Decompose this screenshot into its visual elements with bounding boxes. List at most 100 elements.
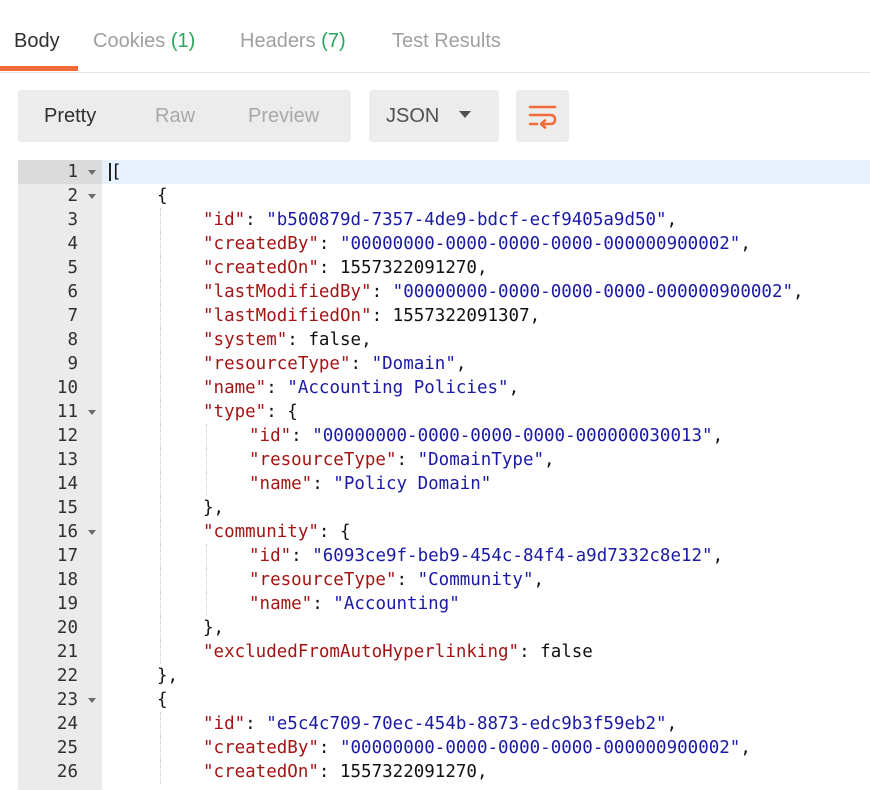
line-number: 8 <box>67 330 78 350</box>
indent-guide <box>160 544 161 568</box>
indent-guide <box>160 472 161 496</box>
format-dropdown[interactable]: JSON <box>369 90 499 142</box>
json-punctuation: : <box>312 474 334 494</box>
fold-arrow-icon[interactable] <box>88 170 96 175</box>
json-punctuation: , <box>544 450 555 470</box>
line-number-cell: 9 <box>18 352 102 376</box>
line-number-cell: 17 <box>18 544 102 568</box>
json-punctuation: : { <box>318 522 351 542</box>
json-punctuation: : <box>318 762 340 782</box>
json-string: "00000000-0000-0000-0000-000000030013" <box>312 426 713 446</box>
pretty-button[interactable]: Pretty <box>44 105 96 128</box>
code-text: }, <box>203 616 224 640</box>
json-string: "6093ce9f-beb9-454c-84f4-a9d7332c8e12" <box>312 546 713 566</box>
json-key: "createdOn" <box>203 762 319 782</box>
code-line: 1[ <box>18 160 870 184</box>
raw-button[interactable]: Raw <box>155 105 195 128</box>
line-number-cell: 24 <box>18 712 102 736</box>
json-punctuation: , <box>712 546 724 566</box>
line-number-cell: 20 <box>18 616 102 640</box>
json-key: "resourceType" <box>249 450 397 470</box>
tab-cookies[interactable]: Cookies (1) <box>93 30 195 53</box>
code-line: 6 "lastModifiedBy": "00000000-0000-0000-0… <box>18 280 870 304</box>
json-punctuation: : <box>245 714 267 734</box>
response-tabs: Body Cookies (1) Headers (7) Test Result… <box>0 0 870 73</box>
wrap-lines-icon <box>528 105 557 129</box>
line-number-cell: 11 <box>18 400 102 424</box>
json-string: "Accounting" <box>333 594 460 614</box>
format-selected-label: JSON <box>386 105 440 127</box>
code-line: 12 "id": "00000000-0000-0000-0000-0000000… <box>18 424 870 448</box>
code-text: "type": { <box>203 400 298 424</box>
code-text: "name": "Policy Domain" <box>249 472 491 496</box>
code-text: }, <box>203 496 224 520</box>
indent-guide <box>160 448 161 472</box>
code-text: "createdBy": "00000000-0000-0000-0000-00… <box>203 232 751 256</box>
indent-guide <box>160 568 161 592</box>
line-number-cell: 5 <box>18 256 102 280</box>
fold-arrow-icon[interactable] <box>88 698 96 703</box>
code-text: "id": "00000000-0000-0000-0000-000000030… <box>249 424 723 448</box>
json-string: "00000000-0000-0000-0000-000000900002" <box>392 282 794 302</box>
code-text: "createdOn": 1557322091270, <box>203 760 488 784</box>
line-number-cell: 4 <box>18 232 102 256</box>
json-string: "Policy Domain" <box>333 474 492 494</box>
json-string: "00000000-0000-0000-0000-000000900002" <box>339 234 741 254</box>
code-text: "name": "Accounting" <box>249 592 460 616</box>
fold-arrow-icon[interactable] <box>88 410 96 415</box>
indent-guide <box>206 472 207 496</box>
code-line: 19 "name": "Accounting" <box>18 592 870 616</box>
json-key: "community" <box>203 522 319 542</box>
response-body-editor[interactable]: 1[2{3 "id": "b500879d-7357-4de9-bdcf-ecf9… <box>18 160 870 790</box>
code-line: 22}, <box>18 664 870 688</box>
wrap-lines-button[interactable] <box>516 90 569 142</box>
indent-guide <box>160 592 161 616</box>
line-number-cell: 10 <box>18 376 102 400</box>
json-punctuation: : <box>519 642 541 662</box>
json-key: "createdBy" <box>203 234 319 254</box>
active-tab-indicator <box>0 66 78 71</box>
json-value: 1557322091270 <box>339 762 477 782</box>
json-key: "name" <box>249 594 313 614</box>
line-number-cell: 8 <box>18 328 102 352</box>
indent-guide <box>160 640 161 664</box>
json-value: false <box>308 330 362 350</box>
code-text: { <box>157 184 168 208</box>
json-string: "e5c4c709-70ec-454b-8873-edc9b3f59eb2" <box>266 714 667 734</box>
json-punctuation: , <box>508 378 520 398</box>
code-line: 2{ <box>18 184 870 208</box>
json-key: "type" <box>203 402 267 422</box>
code-text: "resourceType": "Domain", <box>203 352 466 376</box>
fold-arrow-icon[interactable] <box>88 530 96 535</box>
tab-label: Cookies <box>93 30 166 52</box>
code-line: 7 "lastModifiedOn": 1557322091307, <box>18 304 870 328</box>
json-punctuation: : <box>318 258 340 278</box>
tab-label: Body <box>14 30 60 52</box>
json-punctuation: : <box>266 378 288 398</box>
preview-button[interactable]: Preview <box>248 105 319 128</box>
code-text: "createdBy": "00000000-0000-0000-0000-00… <box>203 736 751 760</box>
tab-headers[interactable]: Headers (7) <box>240 30 346 53</box>
code-line: 10 "name": "Accounting Policies", <box>18 376 870 400</box>
line-number: 7 <box>67 306 78 326</box>
indent-guide <box>160 736 161 760</box>
json-key: "system" <box>203 330 288 350</box>
fold-arrow-icon[interactable] <box>88 194 96 199</box>
view-mode-toggle: Pretty Raw Preview <box>18 90 351 142</box>
indent-guide <box>160 256 161 280</box>
tab-label: Headers <box>240 30 316 52</box>
tab-body[interactable]: Body <box>14 30 60 53</box>
json-punctuation: [ <box>111 162 122 182</box>
line-number-cell: 25 <box>18 736 102 760</box>
code-line: 13 "resourceType": "DomainType", <box>18 448 870 472</box>
line-number: 26 <box>56 762 78 782</box>
json-punctuation: : <box>396 570 418 590</box>
json-punctuation: : <box>312 594 334 614</box>
code-text: "community": { <box>203 520 351 544</box>
json-punctuation: : <box>318 738 340 758</box>
json-punctuation: : <box>350 354 372 374</box>
indent-guide <box>206 544 207 568</box>
json-punctuation: : <box>245 210 267 230</box>
line-number: 15 <box>56 498 78 518</box>
tab-test-results[interactable]: Test Results <box>392 30 501 53</box>
